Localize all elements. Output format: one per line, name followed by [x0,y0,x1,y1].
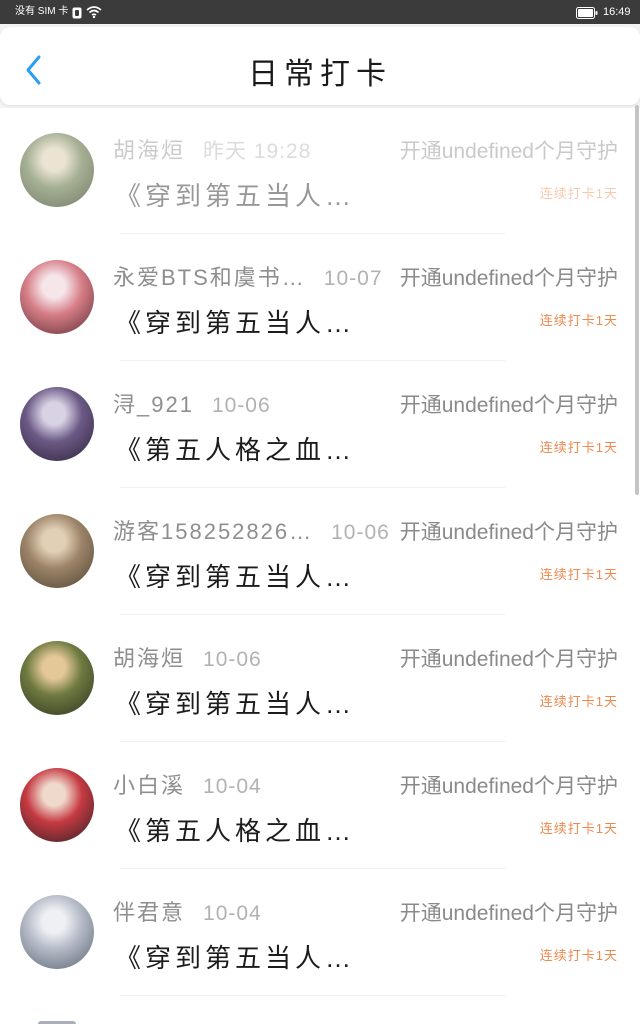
avatar[interactable] [20,387,94,461]
divider [120,360,505,361]
header: 日常打卡 [0,24,640,108]
book-title[interactable]: 《穿到第五当人… [115,559,355,595]
divider [120,868,505,869]
author-name[interactable]: 游客158252826… [113,519,313,544]
avatar[interactable] [20,514,94,588]
divider [120,614,505,615]
book-title[interactable]: 《穿到第五当人… [115,686,355,722]
guard-status: 开通undefined个月守护 [399,521,618,544]
list-item[interactable]: 胡海烜 昨天 19:28 《穿到第五当人… 开通undefined个月守护连续打卡1天 [0,108,640,235]
divider [120,233,505,234]
author-name[interactable]: 浔_921 [113,392,194,417]
wifi-icon [86,5,102,19]
author-line: 小白溪 10-04 [113,771,262,801]
post-time: 10-04 [203,775,262,798]
author-line: 浔_921 10-06 [113,390,271,420]
guard-status: 开通undefined个月守护 [399,394,618,417]
book-title[interactable]: 《第五人格之血… [115,813,355,849]
streak-badge: 连续打卡1天 [539,948,618,963]
list-item[interactable]: 伴君意 10-04 《穿到第五当人… 开通undefined个月守护连续打卡1天 [0,870,640,997]
list-item[interactable]: 小白溪 10-04 《第五人格之血… 开通undefined个月守护连续打卡1天 [0,743,640,870]
author-line: 伴君意 10-04 [113,898,262,928]
guard-status: 开通undefined个月守护 [399,648,618,671]
page: 没有 SIM 卡 16:49 日常打卡 胡海烜 昨天 19:28 《穿到第五当人… [0,0,640,1024]
avatar[interactable] [20,768,94,842]
author-name[interactable]: 胡海烜 [113,138,185,163]
checkin-list[interactable]: 胡海烜 昨天 19:28 《穿到第五当人… 开通undefined个月守护 连续打卡1天… [0,108,640,1024]
book-title[interactable]: 《穿到第五当人… [115,305,355,341]
book-title[interactable]: 《第五人格之血… [115,432,355,468]
avatar[interactable] [20,895,94,969]
streak-badge: 连续打卡1天 [539,313,618,328]
page-title: 日常打卡 [248,58,392,91]
guard-status: 开通undefined个月守护 [399,140,618,163]
streak-badge: 连续打卡1天 [539,567,618,582]
list-item[interactable]: 游客158252826… 10-06 《穿到第五当人… 开通undefined个月守护… [0,489,640,616]
author-name[interactable]: 永爱BTS和虞书… [113,265,306,290]
author-line: 游客158252826… 10-06 [113,517,390,547]
post-time: 10-06 [331,521,390,544]
post-time: 10-04 [203,902,262,925]
divider [120,741,505,742]
book-title[interactable]: 《穿到第五当人… [115,178,355,214]
author-name[interactable]: 小白溪 [113,773,185,798]
avatar[interactable] [20,260,94,334]
list-item[interactable]: 胡海烜 10-06 《穿到第五当人… 开通undefined个月守护连续打卡1天 [0,616,640,743]
streak-badge: 连续打卡1天 [539,440,618,455]
book-title[interactable]: 《穿到第五当人… [115,940,355,976]
avatar[interactable] [20,641,94,715]
post-time: 10-06 [211,394,271,417]
guard-status: 开通undefined个月守护 [399,775,618,798]
sim-card-icon [72,6,82,19]
guard-status: 开通undefined个月守护 [399,902,618,925]
battery-icon [576,6,598,19]
divider [120,995,505,996]
author-name[interactable]: 胡海烜 [113,646,185,671]
header-card: 日常打卡 [0,27,640,105]
back-chevron-icon [24,54,44,91]
scrollbar[interactable] [635,105,639,495]
streak-badge: 连续打卡1天 [539,821,618,836]
author-line: 胡海烜 昨天 19:28 [113,136,311,166]
post-time: 10-07 [323,267,383,290]
status-time: 16:49 [603,6,631,18]
post-time: 昨天 19:28 [203,140,312,163]
list-item[interactable]: 永爱BTS和虞书… 10-07 《穿到第五当人… 开通undefined个月守护连续打… [0,235,640,362]
avatar[interactable] [20,133,94,207]
status-bar: 没有 SIM 卡 16:49 [0,0,640,24]
guard-status: 开通undefined个月守护 [399,267,618,290]
post-time: 10-06 [203,648,262,671]
list-item[interactable]: 浔_921 10-06 《第五人格之血… 开通undefined个月守护连续打卡1天 [0,362,640,489]
back-button[interactable] [22,54,46,91]
author-name[interactable]: 伴君意 [113,900,185,925]
carrier-label: 没有 SIM 卡 [15,6,69,17]
divider [120,487,505,488]
author-line: 永爱BTS和虞书… 10-07 [113,263,383,293]
streak-badge: 连续打卡1天 [539,694,618,709]
streak-badge: 连续打卡1天 [539,186,618,201]
author-line: 胡海烜 10-06 [113,644,262,674]
